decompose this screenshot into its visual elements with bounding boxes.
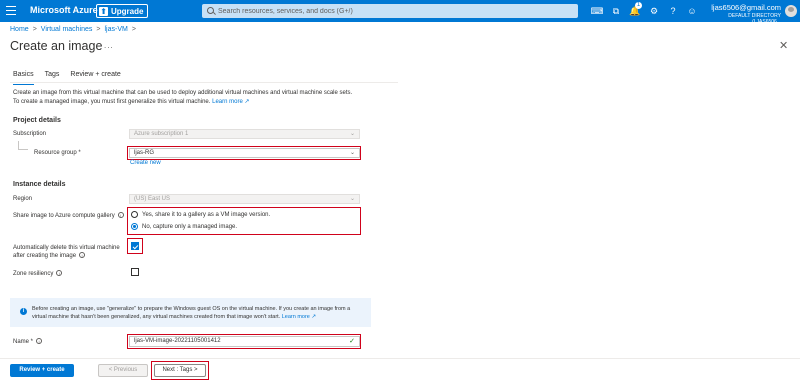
tab-review-create[interactable]: Review + create xyxy=(70,71,120,81)
breadcrumb-vm[interactable]: ljas-VM xyxy=(105,26,128,33)
instance-details-heading: Instance details xyxy=(13,181,66,188)
chevron-down-icon: ⌄ xyxy=(349,196,355,202)
upgrade-button[interactable]: ⬆ Upgrade xyxy=(96,4,149,18)
tab-basics[interactable]: Basics xyxy=(13,71,34,85)
notification-badge: 1 xyxy=(635,2,642,9)
subscription-dropdown: Azure subscription 1 ⌄ xyxy=(129,129,360,139)
generalize-info-banner: i Before creating an image, use "general… xyxy=(10,298,371,327)
user-directory: DEFAULT DIRECTORY (LJAS6506... xyxy=(728,13,781,25)
chevron-down-icon: ⌄ xyxy=(349,131,355,137)
zone-resiliency-checkbox[interactable] xyxy=(131,268,139,276)
topbar-icons: ⌨ ⧉ 🔔 1 ⚙ ? ☺ xyxy=(590,2,699,18)
notifications-icon[interactable]: 🔔 1 xyxy=(628,2,642,18)
upgrade-icon: ⬆ xyxy=(99,6,108,16)
highlight-auto-delete xyxy=(127,238,143,254)
help-icon[interactable]: ? xyxy=(666,4,680,18)
account-info[interactable]: ljas6506@gmail.com DEFAULT DIRECTORY (LJ… xyxy=(703,3,781,25)
breadcrumb-home[interactable]: Home xyxy=(10,26,29,33)
auto-delete-label: Automatically delete this virtual machin… xyxy=(13,245,120,259)
review-create-button[interactable]: Review + create xyxy=(10,364,74,377)
region-dropdown: (US) East US ⌄ xyxy=(129,194,360,204)
search-bar[interactable] xyxy=(202,4,578,18)
description-line-1: Create an image from this virtual machin… xyxy=(13,90,353,96)
name-label: Name * i xyxy=(13,338,43,346)
breadcrumb-separator: > xyxy=(131,26,136,33)
description-line-2: To create a managed image, you must firs… xyxy=(13,99,250,105)
info-banner-text: Before creating an image, use "generaliz… xyxy=(32,306,351,320)
share-gallery-label: Share image to Azure compute gallery i xyxy=(13,212,124,220)
tree-connector xyxy=(18,141,28,150)
user-email: ljas6506@gmail.com xyxy=(711,3,781,12)
feedback-icon[interactable]: ☺ xyxy=(685,4,699,18)
info-icon: i xyxy=(20,308,27,315)
page-description: Create an image from this virtual machin… xyxy=(13,89,373,107)
zone-resiliency-label: Zone resiliency i xyxy=(13,270,63,278)
more-options-icon[interactable]: ... xyxy=(104,41,114,50)
breadcrumb-virtual-machines[interactable]: Virtual machines xyxy=(41,26,93,33)
breadcrumb: Home > Virtual machines > ljas-VM > xyxy=(10,26,136,33)
breadcrumb-separator: > xyxy=(32,26,37,33)
avatar[interactable] xyxy=(785,5,797,17)
previous-button[interactable]: < Previous xyxy=(98,364,148,377)
settings-icon[interactable]: ⚙ xyxy=(647,4,661,18)
upgrade-label: Upgrade xyxy=(111,6,144,16)
page-title: Create an image xyxy=(10,39,103,53)
create-new-link[interactable]: Create new xyxy=(130,160,161,166)
search-input[interactable] xyxy=(218,5,568,17)
subscription-label: Subscription xyxy=(13,131,47,137)
info-icon[interactable]: i xyxy=(79,252,86,259)
search-icon xyxy=(207,7,214,14)
brand-title[interactable]: Microsoft Azure xyxy=(30,5,98,15)
resource-group-label: Resource group * xyxy=(34,150,81,156)
region-value: (US) East US xyxy=(134,196,171,202)
tab-tags[interactable]: Tags xyxy=(45,71,60,81)
subscription-value: Azure subscription 1 xyxy=(134,131,189,137)
info-icon[interactable]: i xyxy=(36,338,43,345)
cloud-shell-icon[interactable]: ⌨ xyxy=(590,4,604,18)
highlight-resource-group xyxy=(127,146,361,160)
project-details-heading: Project details xyxy=(13,117,61,124)
highlight-next-button xyxy=(151,361,209,380)
hamburger-menu-icon[interactable] xyxy=(6,6,16,16)
region-label: Region xyxy=(13,196,33,202)
info-learn-more-link[interactable]: Learn more ↗ xyxy=(282,314,316,320)
info-icon[interactable]: i xyxy=(117,212,124,219)
directory-filter-icon[interactable]: ⧉ xyxy=(609,4,623,18)
tab-divider xyxy=(10,82,398,83)
highlight-name xyxy=(127,334,361,349)
footer-divider xyxy=(0,358,800,359)
highlight-share-gallery xyxy=(127,207,361,235)
close-icon[interactable]: ✕ xyxy=(779,39,788,52)
info-icon[interactable]: i xyxy=(56,270,63,277)
tab-bar: Basics Tags Review + create xyxy=(13,71,121,85)
breadcrumb-separator: > xyxy=(96,26,101,33)
learn-more-link[interactable]: Learn more ↗ xyxy=(212,99,249,105)
top-bar: Microsoft Azure ⬆ Upgrade ⌨ ⧉ 🔔1 ⚙ ? ☺ l… xyxy=(0,0,800,25)
